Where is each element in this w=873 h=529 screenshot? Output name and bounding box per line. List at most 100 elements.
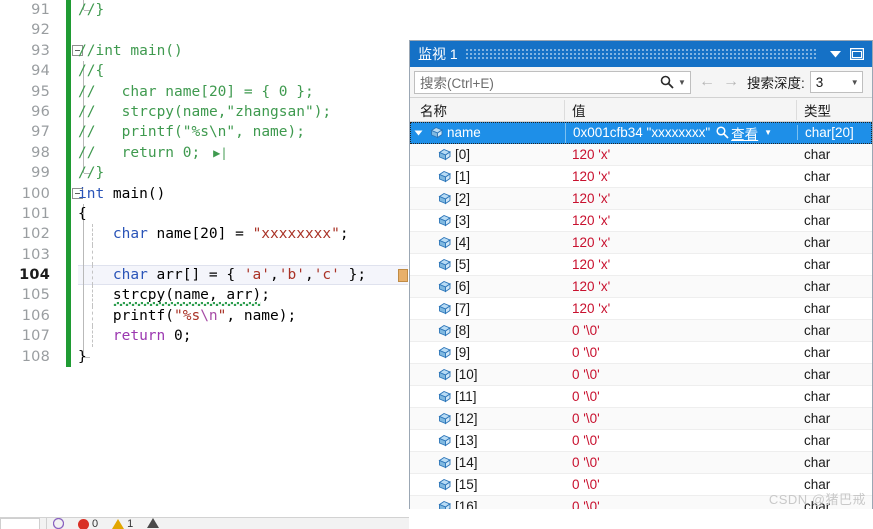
watch-row[interactable]: [11] 0 '\0' char: [410, 386, 872, 408]
watch-rows-container[interactable]: name 0x001cfb34 "xxxxxxxx" 查看 ▼ char[20] [0] 1…: [410, 122, 872, 529]
watch-row[interactable]: [9] 0 '\0' char: [410, 342, 872, 364]
watch-cell-name[interactable]: [15]: [410, 477, 565, 492]
watch-cell-name[interactable]: [11]: [410, 389, 565, 404]
watch-row[interactable]: [7] 120 'x' char: [410, 298, 872, 320]
variable-value: 120 'x': [572, 169, 611, 184]
watch-cell-name[interactable]: [2]: [410, 191, 565, 206]
watch-cell-name[interactable]: [0]: [410, 147, 565, 162]
watch-cell-value[interactable]: 0x001cfb34 "xxxxxxxx" 查看 ▼: [565, 122, 797, 143]
watch-cell-value[interactable]: 120 'x': [565, 169, 797, 184]
watch-cell-value[interactable]: 0 '\0': [565, 389, 797, 404]
watch-row[interactable]: [6] 120 'x' char: [410, 276, 872, 298]
watch-cell-name[interactable]: name: [410, 125, 565, 140]
watch-cell-value[interactable]: 0 '\0': [565, 323, 797, 338]
variable-icon: [434, 324, 452, 337]
watch-row[interactable]: [4] 120 'x' char: [410, 232, 872, 254]
line-number: 106: [21, 307, 50, 324]
variable-value: 0 '\0': [572, 367, 600, 382]
code-line[interactable]: 92: [0, 20, 873, 41]
watch-row[interactable]: [3] 120 'x' char: [410, 210, 872, 232]
watch-title-bar[interactable]: 监视 1: [410, 41, 872, 67]
watch-cell-name[interactable]: [10]: [410, 367, 565, 382]
title-drag-dots[interactable]: [465, 49, 816, 59]
watch-cell-name[interactable]: [12]: [410, 411, 565, 426]
line-number: 98: [31, 144, 50, 161]
line-number: 100: [21, 185, 50, 202]
line-number: 96: [31, 103, 50, 120]
data-tip-marker[interactable]: [398, 269, 408, 283]
watch-cell-name[interactable]: [13]: [410, 433, 565, 448]
column-header-type[interactable]: 类型: [797, 100, 872, 120]
run-to-cursor-icon[interactable]: ▶|: [213, 143, 227, 163]
watch-row[interactable]: [15] 0 '\0' char: [410, 474, 872, 496]
watch-row[interactable]: [2] 120 'x' char: [410, 188, 872, 210]
watch-cell-name[interactable]: [3]: [410, 213, 565, 228]
view-link[interactable]: 查看: [731, 123, 758, 143]
code-line[interactable]: 91 //}: [0, 0, 873, 21]
watch-cell-value[interactable]: 0 '\0': [565, 411, 797, 426]
watch-cell-value[interactable]: 120 'x': [565, 191, 797, 206]
watch-cell-name[interactable]: [6]: [410, 279, 565, 294]
search-options-chevron-down-icon[interactable]: ▼: [678, 78, 690, 87]
search-nav[interactable]: ← →: [691, 73, 747, 91]
watch-cell-value[interactable]: 120 'x': [565, 147, 797, 162]
watch-row-selected[interactable]: name 0x001cfb34 "xxxxxxxx" 查看 ▼ char[20]: [410, 122, 872, 144]
watch-cell-type: char: [804, 213, 831, 228]
watch-cell-value[interactable]: 0 '\0': [565, 367, 797, 382]
variable-icon: [434, 456, 452, 469]
watch-row[interactable]: [13] 0 '\0' char: [410, 430, 872, 452]
watch-cell-name[interactable]: [1]: [410, 169, 565, 184]
watch-cell-name[interactable]: [5]: [410, 257, 565, 272]
watch-cell-name[interactable]: [14]: [410, 455, 565, 470]
error-badge[interactable]: 0: [78, 518, 98, 529]
message-badge[interactable]: [147, 518, 160, 528]
column-header-value[interactable]: 值: [565, 99, 797, 120]
error-list-toolbar[interactable]: 0 1: [0, 517, 409, 529]
chevron-down-icon[interactable]: [824, 43, 846, 65]
watch-cell-type: char: [804, 367, 831, 382]
search-icon[interactable]: [656, 75, 678, 89]
watch-cell-value[interactable]: 0 '\0': [565, 477, 797, 492]
line-number: 97: [31, 124, 50, 141]
expander-icon[interactable]: [410, 129, 426, 137]
depth-chevron-down-icon[interactable]: ▼: [848, 78, 862, 87]
column-header-name[interactable]: 名称: [410, 99, 565, 120]
watch-row[interactable]: [12] 0 '\0' char: [410, 408, 872, 430]
watch-cell-value[interactable]: 120 'x': [565, 279, 797, 294]
watch-cell-name[interactable]: [7]: [410, 301, 565, 316]
watch-cell-value[interactable]: 120 'x': [565, 213, 797, 228]
arrow-right-icon[interactable]: →: [723, 73, 739, 91]
changed-line-marker: [66, 305, 71, 327]
float-window-icon[interactable]: [846, 43, 868, 65]
watch-row[interactable]: [8] 0 '\0' char: [410, 320, 872, 342]
watch-cell-value[interactable]: 0 '\0': [565, 455, 797, 470]
view-chevron-down-icon[interactable]: ▼: [764, 128, 772, 137]
search-depth-input[interactable]: 3 ▼: [809, 71, 863, 93]
info-badge[interactable]: [52, 518, 65, 529]
magnifier-icon[interactable]: [716, 126, 729, 139]
watch-row[interactable]: [5] 120 'x' char: [410, 254, 872, 276]
watch-row[interactable]: [10] 0 '\0' char: [410, 364, 872, 386]
watch-row[interactable]: [1] 120 'x' char: [410, 166, 872, 188]
watch-row[interactable]: [0] 120 'x' char: [410, 144, 872, 166]
watch-cell-name[interactable]: [9]: [410, 345, 565, 360]
watch-cell-value[interactable]: 0 '\0': [565, 345, 797, 360]
variable-name: [14]: [455, 455, 478, 470]
watch-cell-value[interactable]: 120 'x': [565, 235, 797, 250]
watch-window[interactable]: 监视 1 搜索(Ctrl+E) ▼ ← → 搜索深度: 3 ▼ 名称 值 类型 …: [409, 40, 873, 529]
watch-cell-name[interactable]: [8]: [410, 323, 565, 338]
watch-cell-name[interactable]: [4]: [410, 235, 565, 250]
watch-search-bar[interactable]: 搜索(Ctrl+E) ▼ ← → 搜索深度: 3 ▼: [410, 67, 872, 98]
error-list-tab[interactable]: [0, 518, 40, 529]
watch-cell-value[interactable]: 0 '\0': [565, 433, 797, 448]
block-guide: [83, 285, 85, 306]
line-number: 108: [21, 348, 50, 365]
arrow-left-icon[interactable]: ←: [699, 73, 715, 91]
watch-cell-type: char: [804, 147, 831, 162]
watch-cell-value[interactable]: 120 'x': [565, 301, 797, 316]
watch-row[interactable]: [14] 0 '\0' char: [410, 452, 872, 474]
search-input[interactable]: 搜索(Ctrl+E) ▼: [414, 70, 691, 94]
watch-cell-value[interactable]: 120 'x': [565, 257, 797, 272]
indent-guide: [92, 244, 94, 266]
warning-badge[interactable]: 1: [112, 518, 133, 529]
